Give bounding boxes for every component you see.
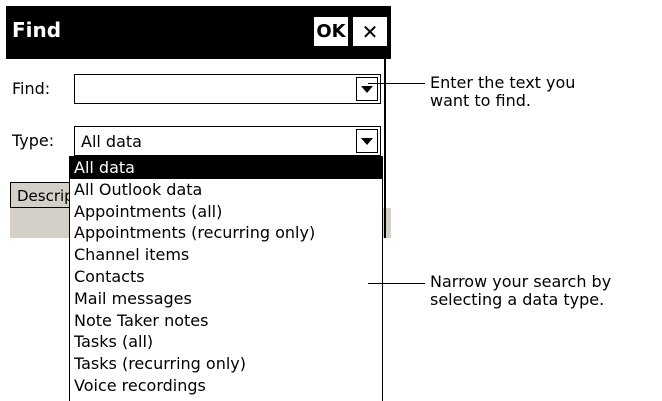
- type-option[interactable]: Note Taker notes: [70, 310, 382, 332]
- find-label: Find:: [12, 79, 51, 98]
- type-option[interactable]: Tasks (all): [70, 331, 382, 353]
- type-dropdown-list: All data All Outlook data Appointments (al…: [69, 156, 383, 401]
- find-callout-line2: want to find.: [430, 91, 531, 110]
- dialog-title: Find: [12, 18, 62, 42]
- type-select-value: All data: [81, 132, 142, 151]
- type-select[interactable]: All data: [74, 126, 381, 156]
- find-dropdown-button[interactable]: [356, 77, 378, 101]
- ok-button[interactable]: OK: [313, 16, 349, 47]
- chevron-down-icon: [361, 137, 373, 145]
- type-option[interactable]: Appointments (all): [70, 201, 382, 223]
- close-icon[interactable]: ✕: [352, 16, 388, 47]
- chevron-down-icon: [361, 85, 373, 93]
- type-option[interactable]: Appointments (recurring only): [70, 222, 382, 244]
- type-option[interactable]: Contacts: [70, 266, 382, 288]
- type-label: Type:: [12, 131, 55, 150]
- type-option[interactable]: Mail messages: [70, 288, 382, 310]
- type-option[interactable]: All Outlook data: [70, 179, 382, 201]
- type-option[interactable]: Voice recordings: [70, 375, 382, 397]
- type-callout-line: [368, 283, 425, 284]
- find-input[interactable]: [74, 74, 381, 104]
- find-callout: Enter the text you want to find.: [430, 74, 575, 110]
- find-callout-line1: Enter the text you: [430, 73, 576, 92]
- find-callout-line: [368, 83, 425, 84]
- type-option[interactable]: Tasks (recurring only): [70, 353, 382, 375]
- type-option[interactable]: Channel items: [70, 244, 382, 266]
- type-dropdown-button[interactable]: [356, 129, 378, 153]
- type-callout: Narrow your search by selecting a data ty…: [430, 273, 611, 309]
- type-option[interactable]: All data: [70, 157, 382, 179]
- title-bar: Find OK ✕: [6, 6, 391, 59]
- type-callout-line1: Narrow your search by: [430, 272, 612, 291]
- type-callout-line2: selecting a data type.: [430, 290, 605, 309]
